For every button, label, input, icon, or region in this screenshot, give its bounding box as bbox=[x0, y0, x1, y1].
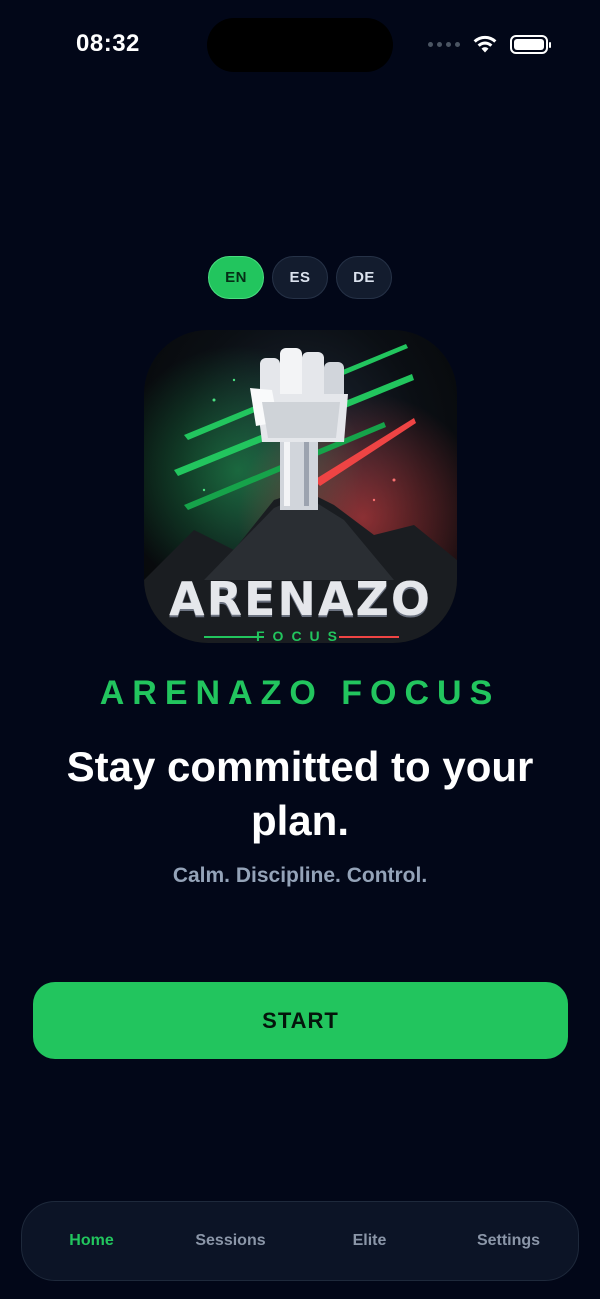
status-time: 08:32 bbox=[76, 30, 140, 57]
language-selector: EN ES DE bbox=[0, 256, 600, 299]
tab-bar: Home Sessions Elite Settings bbox=[21, 1201, 579, 1281]
home-screen: 08:32 EN ES DE ARENAZO FOCUS ARENAZO FOC… bbox=[0, 0, 600, 1299]
language-de-button[interactable]: DE bbox=[336, 256, 392, 299]
app-name: ARENAZO FOCUS bbox=[99, 674, 501, 712]
logo-subtitle: FOCUS bbox=[256, 628, 345, 643]
tab-sessions[interactable]: Sessions bbox=[161, 1232, 300, 1250]
wifi-icon bbox=[473, 35, 497, 53]
tagline: Calm. Discipline. Control. bbox=[172, 864, 428, 887]
tab-elite[interactable]: Elite bbox=[300, 1232, 439, 1250]
headline: Stay committed to your plan. bbox=[66, 743, 534, 844]
dynamic-island bbox=[207, 18, 393, 72]
logo-wordmark: ARENAZO bbox=[168, 572, 432, 626]
language-es-button[interactable]: ES bbox=[272, 256, 328, 299]
app-logo: ARENAZO FOCUS bbox=[144, 330, 457, 643]
start-button[interactable]: START bbox=[33, 982, 568, 1059]
language-en-button[interactable]: EN bbox=[208, 256, 264, 299]
tab-settings[interactable]: Settings bbox=[439, 1232, 578, 1250]
status-indicators bbox=[428, 34, 551, 54]
signal-icon bbox=[428, 41, 460, 47]
battery-icon bbox=[510, 34, 551, 54]
tab-home[interactable]: Home bbox=[22, 1232, 161, 1250]
